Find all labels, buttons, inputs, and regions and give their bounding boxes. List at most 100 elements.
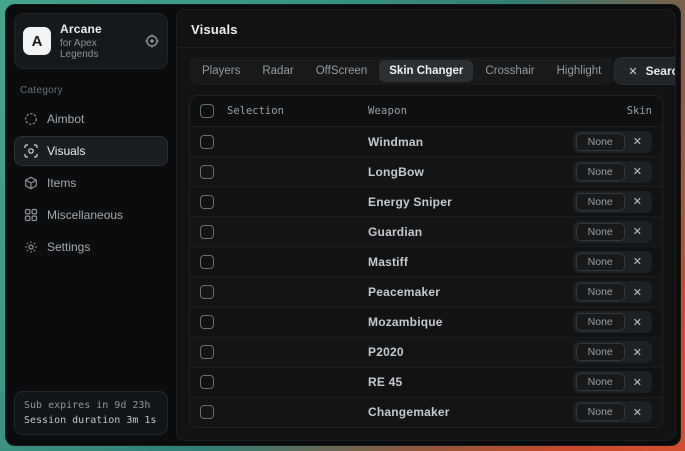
skin-select[interactable]: None ✕: [573, 221, 652, 243]
toolbar: Players Radar OffScreen Skin Changer Cro…: [177, 48, 675, 93]
app-subtitle: for Apex Legends: [60, 38, 136, 60]
sidebar-item-label: Miscellaneous: [47, 208, 123, 222]
sidebar-item-aimbot[interactable]: Aimbot: [14, 104, 168, 134]
eye-scan-icon: [24, 144, 38, 158]
skin-value[interactable]: None: [576, 283, 625, 301]
skin-select[interactable]: None ✕: [573, 311, 652, 333]
sidebar-nav: Aimbot Visuals Items: [14, 104, 168, 262]
skin-value[interactable]: None: [576, 193, 625, 211]
skin-value[interactable]: None: [576, 223, 625, 241]
table-row: Windman None ✕: [190, 126, 662, 156]
table-row: Mozambique None ✕: [190, 307, 662, 337]
table-row: Peacemaker None ✕: [190, 276, 662, 306]
row-checkbox[interactable]: [200, 195, 214, 209]
clear-skin-x-icon[interactable]: ✕: [626, 255, 649, 268]
row-checkbox[interactable]: [200, 405, 214, 419]
tab[interactable]: Players: [192, 60, 250, 82]
target-icon: [24, 112, 38, 126]
tab[interactable]: Highlight: [547, 60, 612, 82]
app-logo-card: A Arcane for Apex Legends: [14, 13, 168, 69]
skin-select[interactable]: None ✕: [573, 281, 652, 303]
tab-label: Highlight: [557, 65, 602, 77]
skin-value[interactable]: None: [576, 133, 625, 151]
tab[interactable]: Skin Changer: [379, 60, 473, 82]
skin-value[interactable]: None: [576, 403, 625, 421]
sidebar-item-label: Aimbot: [47, 112, 84, 126]
clear-skin-x-icon[interactable]: ✕: [626, 286, 649, 299]
tab-label: Crosshair: [485, 65, 534, 77]
skin-value[interactable]: None: [576, 373, 625, 391]
cube-icon: [24, 176, 38, 190]
skin-select[interactable]: None ✕: [573, 191, 652, 213]
sidebar: A Arcane for Apex Legends Category Aimbo…: [6, 5, 176, 445]
column-header-weapon: Weapon: [368, 105, 524, 117]
clear-skin-x-icon[interactable]: ✕: [626, 225, 649, 238]
row-checkbox[interactable]: [200, 315, 214, 329]
tab-label: OffScreen: [316, 65, 368, 77]
clear-skin-x-icon[interactable]: ✕: [626, 346, 649, 359]
weapon-name: Energy Sniper: [368, 195, 524, 209]
weapon-name: RE 45: [368, 375, 524, 389]
grid-icon: [24, 208, 38, 222]
table-row: Mastiff None ✕: [190, 246, 662, 276]
skin-select[interactable]: None ✕: [573, 371, 652, 393]
clear-skin-x-icon[interactable]: ✕: [626, 406, 649, 419]
category-label: Category: [20, 85, 162, 96]
sidebar-item-label: Settings: [47, 240, 90, 254]
skin-value[interactable]: None: [576, 163, 625, 181]
row-checkbox[interactable]: [200, 375, 214, 389]
skin-value[interactable]: None: [576, 343, 625, 361]
row-checkbox[interactable]: [200, 285, 214, 299]
clear-skin-x-icon[interactable]: ✕: [626, 135, 649, 148]
skin-select[interactable]: None ✕: [573, 401, 652, 423]
weapon-name: Peacemaker: [368, 285, 524, 299]
x-icon: ✕: [628, 65, 637, 78]
tab-label: Radar: [262, 65, 293, 77]
sidebar-item-label: Items: [47, 176, 76, 190]
weapon-name: Mastiff: [368, 255, 524, 269]
sub-expires-text: Sub expires in 9d 23h: [24, 400, 158, 411]
column-header-skin: Skin: [524, 105, 652, 117]
tab[interactable]: Crosshair: [475, 60, 544, 82]
row-checkbox[interactable]: [200, 255, 214, 269]
skin-value[interactable]: None: [576, 313, 625, 331]
clear-skin-x-icon[interactable]: ✕: [626, 165, 649, 178]
row-checkbox[interactable]: [200, 345, 214, 359]
sidebar-item-settings[interactable]: Settings: [14, 232, 168, 262]
tab-label: Players: [202, 65, 240, 77]
skin-select[interactable]: None ✕: [573, 341, 652, 363]
sidebar-item-items[interactable]: Items: [14, 168, 168, 198]
table-row: Energy Sniper None ✕: [190, 186, 662, 216]
app-logo: A: [23, 27, 51, 55]
skin-value[interactable]: None: [576, 253, 625, 271]
search-button-label: Search: [646, 64, 676, 78]
weapon-name: Windman: [368, 135, 524, 149]
clear-skin-x-icon[interactable]: ✕: [626, 316, 649, 329]
table-header-row: Selection Weapon Skin: [190, 96, 662, 126]
tab[interactable]: OffScreen: [306, 60, 378, 82]
row-checkbox[interactable]: [200, 165, 214, 179]
target-icon[interactable]: [145, 34, 159, 48]
select-all-checkbox[interactable]: [200, 104, 214, 118]
skin-select[interactable]: None ✕: [573, 161, 652, 183]
app-title: Arcane: [60, 22, 136, 36]
sidebar-item-visuals[interactable]: Visuals: [14, 136, 168, 166]
skin-select[interactable]: None ✕: [573, 251, 652, 273]
clear-skin-x-icon[interactable]: ✕: [626, 376, 649, 389]
gear-icon: [24, 240, 38, 254]
skin-select[interactable]: None ✕: [573, 131, 652, 153]
row-checkbox[interactable]: [200, 135, 214, 149]
table-row: Changemaker None ✕: [190, 397, 662, 427]
row-checkbox[interactable]: [200, 225, 214, 239]
sidebar-item-miscellaneous[interactable]: Miscellaneous: [14, 200, 168, 230]
page-title: Visuals: [191, 22, 661, 37]
weapon-skin-table: Selection Weapon Skin Windman None: [189, 95, 663, 428]
table-row: Guardian None ✕: [190, 216, 662, 246]
search-button[interactable]: ✕ Search: [614, 57, 676, 85]
weapon-name: Changemaker: [368, 405, 524, 419]
session-duration-text: Session duration 3m 1s: [24, 415, 158, 426]
tab[interactable]: Radar: [252, 60, 303, 82]
clear-skin-x-icon[interactable]: ✕: [626, 195, 649, 208]
table-row: P2020 None ✕: [190, 337, 662, 367]
table-row: RE 45 None ✕: [190, 367, 662, 397]
